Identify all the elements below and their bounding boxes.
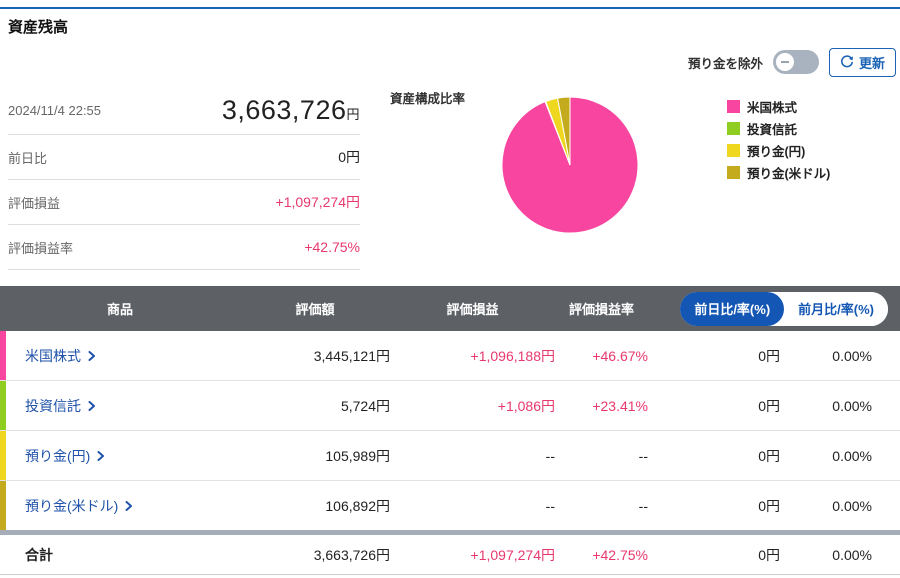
controls-row: 預り金を除外 更新: [687, 47, 896, 77]
valuation-amount: 3,445,121円: [313, 347, 390, 364]
profit-loss: --: [545, 447, 555, 464]
legend-swatch: [727, 100, 740, 113]
table-row: 投資信託 5,724円 +1,086円 +23.41% 0円 0.00%: [0, 381, 900, 431]
total-day-change: 0円: [758, 546, 780, 563]
profit-loss-rate: +46.67%: [592, 347, 648, 364]
legend-swatch: [727, 166, 740, 179]
day-change-rate: 0.00%: [832, 397, 872, 414]
total-label: 合計: [25, 546, 53, 563]
table-row: 米国株式 3,445,121円 +1,096,188円 +46.67% 0円 0.00%: [0, 331, 900, 381]
asset-pie-chart: [501, 96, 639, 234]
asset-balance-page: 資産残高 預り金を除外 更新 2024/11/4 22:55 3,663,726…: [0, 0, 900, 578]
total-profit-loss-rate: +42.75%: [592, 546, 648, 563]
legend-label: 投資信託: [747, 123, 798, 137]
profit-loss: --: [545, 497, 555, 514]
profit-loss-rate: --: [638, 447, 648, 464]
profit-loss-rate: --: [638, 497, 648, 514]
pie-chart-title: 資産構成比率: [390, 92, 466, 106]
header-valuation: 評価額: [295, 302, 335, 317]
summary-total-row: 2024/11/4 22:55 3,663,726円: [8, 86, 360, 135]
total-asset-value: 3,663,726円: [221, 94, 360, 125]
total-valuation-amount: 3,663,726円: [313, 546, 390, 563]
day-change-rate: 0.00%: [832, 347, 872, 364]
valuation-amount: 105,989円: [325, 447, 390, 464]
header-profit-loss-rate: 評価損益率: [568, 302, 634, 317]
legend-swatch: [727, 144, 740, 157]
chevron-right-icon: [88, 400, 95, 411]
period-toggle-daily[interactable]: 前日比/率(%): [680, 291, 785, 326]
chevron-right-icon: [97, 450, 105, 461]
header-product: 商品: [106, 302, 133, 317]
legend-swatch: [727, 122, 740, 135]
refresh-label: 更新: [858, 55, 885, 71]
total-row: 合計 3,663,726円 +1,097,274円 +42.75% 0円 0.00%: [0, 535, 900, 575]
total-day-change-rate: 0.00%: [832, 546, 872, 563]
timestamp: 2024/11/4 22:55: [8, 102, 102, 118]
legend-item: 預り金(円): [727, 141, 830, 160]
valuation-amount: 106,892円: [325, 497, 390, 514]
header-profit-loss: 評価損益: [446, 302, 499, 317]
legend-label: 米国株式: [747, 101, 798, 115]
day-change-rate: 0.00%: [832, 447, 872, 464]
day-change-rate: 0.00%: [832, 497, 872, 514]
pie-legend: 米国株式投資信託預り金(円) 預り金(米ドル): [727, 97, 830, 182]
profit-loss-rate: +23.41%: [592, 397, 648, 414]
exclude-deposit-toggle[interactable]: [772, 50, 819, 74]
refresh-icon: [841, 55, 854, 68]
period-toggle-group: 前日比/率(%) 前月比/率(%): [680, 291, 888, 326]
table-row: 預り金(米ドル) 106,892円 -- -- 0円 0.00%: [0, 481, 900, 530]
refresh-button[interactable]: 更新: [828, 47, 896, 77]
legend-label: 預り金(米ドル): [747, 167, 831, 181]
legend-item: 預り金(米ドル): [727, 163, 830, 182]
product-link[interactable]: 投資信託: [25, 396, 96, 416]
asset-table: 商品 評価額 評価損益 評価損益率 前日比/率(%) 前月比/率(%) 米国株式…: [0, 286, 900, 575]
product-link[interactable]: 預り金(米ドル): [25, 496, 133, 516]
day-change: 0円: [758, 397, 780, 414]
legend-item: 投資信託: [727, 119, 830, 138]
toggle-knob: [775, 53, 794, 71]
legend-item: 米国株式: [727, 97, 830, 116]
day-change: 0円: [758, 447, 780, 464]
table-row: 預り金(円) 105,989円 -- -- 0円 0.00%: [0, 431, 900, 481]
profit-loss: +1,096,188円: [470, 347, 555, 364]
profit-loss: +1,086円: [497, 397, 555, 414]
legend-label: 預り金(円): [747, 145, 806, 159]
top-accent-line: [0, 7, 900, 9]
summary-panel: 2024/11/4 22:55 3,663,726円 前日比 0円 評価損益 +…: [8, 86, 360, 270]
period-toggle-monthly[interactable]: 前月比/率(%): [784, 291, 888, 326]
total-profit-loss: +1,097,274円: [470, 546, 555, 563]
day-change: 0円: [758, 347, 780, 364]
valuation-amount: 5,724円: [340, 397, 390, 414]
chevron-right-icon: [88, 350, 95, 361]
summary-row: 前日比 0円: [8, 135, 360, 180]
product-link[interactable]: 米国株式: [25, 346, 96, 366]
chevron-right-icon: [125, 500, 133, 511]
summary-row: 評価損益率 +42.75%: [8, 225, 360, 270]
table-body: 米国株式 3,445,121円 +1,096,188円 +46.67% 0円 0.00%…: [0, 331, 900, 530]
page-title: 資産残高: [8, 19, 69, 36]
exclude-deposit-label: 預り金を除外: [687, 56, 763, 71]
summary-row: 評価損益 +1,097,274円: [8, 180, 360, 225]
minus-icon: [780, 61, 789, 63]
day-change: 0円: [758, 497, 780, 514]
table-header: 商品 評価額 評価損益 評価損益率 前日比/率(%) 前月比/率(%): [0, 286, 900, 331]
product-link[interactable]: 預り金(円): [25, 446, 105, 466]
